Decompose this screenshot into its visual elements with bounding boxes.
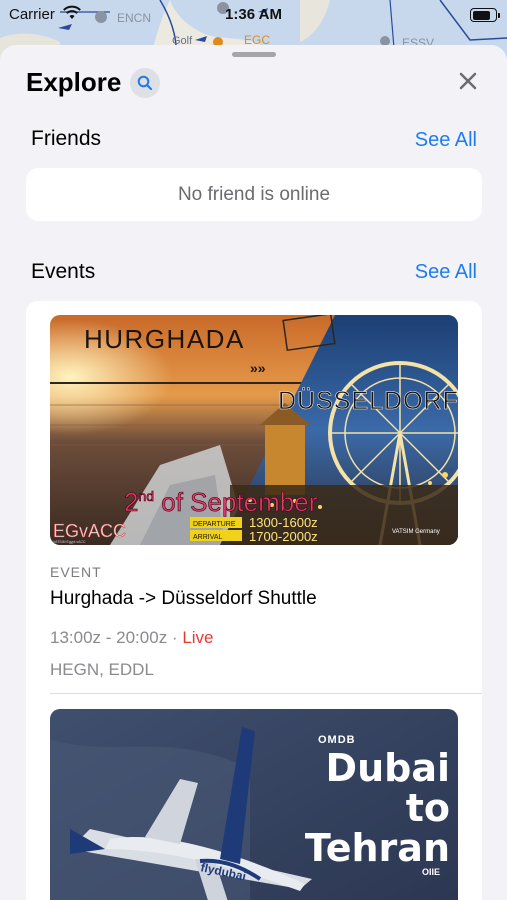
banner-departure-label: DEPARTURE [193,521,236,528]
banner-origin-text: HURGHADA [84,324,245,354]
banner-line-2: to [406,786,450,830]
events-section-title: Events [31,260,96,283]
battery-icon [470,8,500,22]
banner-org-logo: EGvACC [53,521,126,541]
close-icon [459,72,477,90]
event-title[interactable]: Hurghada -> Düsseldorf Shuttle [50,588,317,610]
search-button[interactable] [130,68,160,98]
battery-fill [472,10,490,20]
chevrons-icon: »» [250,360,266,376]
page-title: Explore [26,67,122,97]
status-bar: Carrier 1:36 AM [0,0,507,32]
banner-destination-code: OIIE [422,867,440,877]
event-time-separator: · [167,628,183,647]
event-time-range: 13:00z - 20:00z [50,628,168,647]
banner-arrival-label: ARRIVAL [193,534,223,541]
event-banner[interactable]: HURGHADA »» DÜSSELDORF 2nd of September … [50,315,458,545]
clock: 1:36 AM [225,6,282,23]
event-airports: HEGN, EDDL [50,660,154,679]
banner-org-small-text: VATSIM Egypt vACC [53,540,86,544]
banner-departure-time: 1300-1600z [249,515,318,530]
events-see-all-button[interactable]: See All [415,261,477,284]
friends-see-all-button[interactable]: See All [415,129,477,152]
close-button[interactable] [454,67,482,95]
banner-line-3: Tehran [305,826,450,870]
friends-empty-message: No friend is online [177,184,331,205]
banner-partner-logo: VATSIM Germany [392,529,440,535]
event-kicker: EVENT [50,564,102,580]
event-time: 13:00z - 20:00z · Live [50,628,214,648]
banner-date-number: 2 [124,487,138,517]
friends-card: No friend is online [26,168,482,221]
search-icon [137,75,153,91]
event-live-badge: Live [182,628,214,647]
event-banner[interactable]: flydubai OMDB Dubai to Tehran OIIE [50,709,458,900]
banner-line-1: Dubai [326,746,450,790]
banner-date-text: of September [154,487,318,517]
banner-date-suffix: nd [138,488,154,504]
banner-arrival-time: 1700-2000z [249,529,318,544]
friends-section-title: Friends [31,127,102,150]
events-card: HURGHADA »» DÜSSELDORF 2nd of September … [26,301,482,900]
sheet-grabber[interactable] [232,52,276,57]
divider [50,693,482,694]
banner-origin-code: OMDB [318,734,356,746]
explore-sheet: Explore Friends See All No friend is onl… [0,45,507,900]
banner-destination-text: DÜSSELDORF [278,387,458,415]
